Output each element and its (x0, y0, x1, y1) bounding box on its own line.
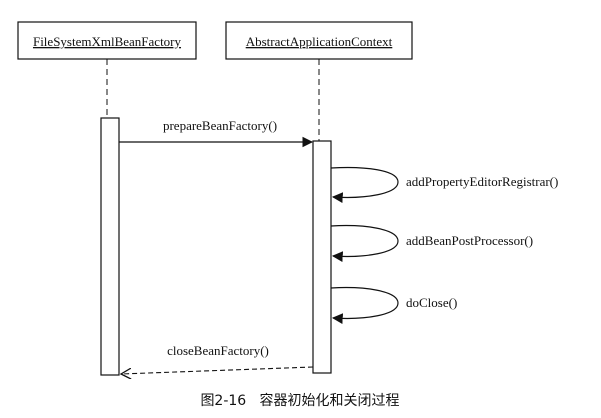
activation-bar (312, 140, 332, 374)
participant-abstractapplicationcontext: AbstractApplicationContext (225, 21, 413, 374)
participant-label: FileSystemXmlBeanFactory (33, 34, 182, 49)
message-doclose: doClose() (330, 286, 457, 324)
message-closebeanfactory: closeBeanFactory() (121, 343, 314, 374)
participant-label: AbstractApplicationContext (246, 34, 393, 49)
participant-filesystemxmlbeanfactory: FileSystemXmlBeanFactory (17, 21, 197, 376)
message-addbeanpostprocessor: addBeanPostProcessor() (330, 224, 533, 262)
self-call-arrow (330, 286, 399, 324)
activation-bar (100, 117, 120, 376)
message-preparebeanfactory: prepareBeanFactory() (119, 118, 314, 148)
return-arrow (121, 366, 314, 374)
message-label: addBeanPostProcessor() (406, 233, 533, 248)
message-label: doClose() (406, 295, 457, 310)
self-call-arrow (330, 166, 399, 203)
message-label: closeBeanFactory() (167, 343, 269, 358)
message-addpropertyeditorregistrar: addPropertyEditorRegistrar() (330, 166, 558, 203)
sequence-diagram: FileSystemXmlBeanFactory AbstractApplica… (17, 21, 558, 409)
message-label: addPropertyEditorRegistrar() (406, 174, 558, 189)
self-call-arrow (330, 224, 399, 262)
figure-caption: 图2-16 容器初始化和关闭过程 (200, 392, 399, 409)
message-label: prepareBeanFactory() (163, 118, 277, 133)
